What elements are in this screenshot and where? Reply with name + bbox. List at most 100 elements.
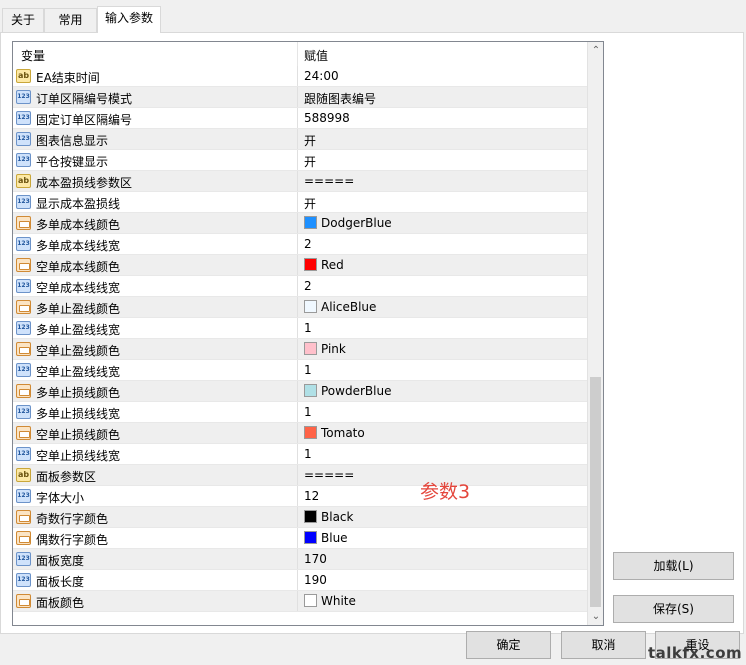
table-row[interactable]: 123 空单止损线线宽 1 bbox=[13, 444, 587, 465]
table-row[interactable]: 多单成本线颜色 DodgerBlue bbox=[13, 213, 587, 234]
param-value[interactable]: 12 bbox=[304, 489, 319, 503]
table-row[interactable]: 123 空单成本线线宽 2 bbox=[13, 276, 587, 297]
column-divider[interactable] bbox=[297, 42, 298, 66]
param-value[interactable]: 开 bbox=[304, 132, 316, 149]
param-value[interactable]: Pink bbox=[321, 342, 346, 356]
table-row[interactable]: 123 多单止损线线宽 1 bbox=[13, 402, 587, 423]
scroll-down-icon[interactable]: ⌄ bbox=[588, 608, 603, 625]
param-value[interactable]: 开 bbox=[304, 195, 316, 212]
param-value[interactable]: Blue bbox=[321, 531, 348, 545]
column-header-value[interactable]: 赋值 bbox=[304, 47, 328, 64]
param-name: 空单成本线线宽 bbox=[36, 281, 121, 295]
annotation-note: 参数3 bbox=[420, 481, 471, 503]
param-name: 成本盈损线参数区 bbox=[36, 176, 133, 190]
load-button[interactable]: 加载(L) bbox=[613, 552, 734, 580]
table-row[interactable]: ab 成本盈损线参数区 ===== bbox=[13, 171, 587, 192]
color-swatch bbox=[304, 300, 317, 313]
cell-divider bbox=[297, 318, 298, 338]
table-row[interactable]: 123 面板长度 190 bbox=[13, 570, 587, 591]
param-value[interactable]: 1 bbox=[304, 447, 312, 461]
cell-divider bbox=[297, 234, 298, 254]
number-type-icon: 123 bbox=[16, 363, 31, 377]
param-value[interactable]: White bbox=[321, 594, 356, 608]
param-value[interactable]: Black bbox=[321, 510, 353, 524]
param-name: 空单止损线线宽 bbox=[36, 449, 121, 463]
param-name: 订单区隔编号模式 bbox=[36, 92, 133, 106]
table-row[interactable]: 空单止盈线颜色 Pink bbox=[13, 339, 587, 360]
param-value[interactable]: DodgerBlue bbox=[321, 216, 392, 230]
color-swatch bbox=[304, 258, 317, 271]
param-value[interactable]: 跟随图表编号 bbox=[304, 90, 376, 107]
param-name: 空单成本线颜色 bbox=[36, 260, 121, 274]
param-value[interactable]: 1 bbox=[304, 321, 312, 335]
param-value[interactable]: 开 bbox=[304, 153, 316, 170]
table-row[interactable]: 空单成本线颜色 Red bbox=[13, 255, 587, 276]
param-value[interactable]: ===== bbox=[304, 468, 354, 482]
table-row[interactable]: 面板颜色 White bbox=[13, 591, 587, 612]
param-value[interactable]: PowderBlue bbox=[321, 384, 391, 398]
color-type-icon bbox=[16, 216, 31, 230]
param-value[interactable]: Tomato bbox=[321, 426, 365, 440]
color-type-icon bbox=[16, 510, 31, 524]
color-type-icon bbox=[16, 258, 31, 272]
param-name: 多单成本线线宽 bbox=[36, 239, 121, 253]
param-value[interactable]: ===== bbox=[304, 174, 354, 188]
cell-divider bbox=[297, 570, 298, 590]
table-row[interactable]: 123 图表信息显示 开 bbox=[13, 129, 587, 150]
table-row[interactable]: 123 面板宽度 170 bbox=[13, 549, 587, 570]
table-row[interactable]: ab EA结束时间 24:00 bbox=[13, 66, 587, 87]
param-value[interactable]: 190 bbox=[304, 573, 327, 587]
watermark: talkfx.com bbox=[648, 644, 743, 662]
param-name: 显示成本盈损线 bbox=[36, 197, 121, 211]
table-row[interactable]: 奇数行字颜色 Black bbox=[13, 507, 587, 528]
table-row[interactable]: 123 显示成本盈损线 开 bbox=[13, 192, 587, 213]
param-name: 面板宽度 bbox=[36, 554, 85, 568]
table-row[interactable]: 123 空单止盈线线宽 1 bbox=[13, 360, 587, 381]
tab-about[interactable]: 关于 bbox=[2, 8, 44, 32]
param-name: 字体大小 bbox=[36, 491, 85, 505]
param-value[interactable]: 24:00 bbox=[304, 69, 339, 83]
cell-divider bbox=[297, 129, 298, 149]
cell-divider bbox=[297, 486, 298, 506]
cell-divider bbox=[297, 402, 298, 422]
table-row[interactable]: 空单止损线颜色 Tomato bbox=[13, 423, 587, 444]
number-type-icon: 123 bbox=[16, 321, 31, 335]
table-row[interactable]: 123 多单止盈线线宽 1 bbox=[13, 318, 587, 339]
param-value[interactable]: 2 bbox=[304, 237, 312, 251]
param-value[interactable]: 1 bbox=[304, 363, 312, 377]
scroll-up-icon[interactable]: ⌃ bbox=[588, 42, 603, 59]
param-value[interactable]: 170 bbox=[304, 552, 327, 566]
table-row[interactable]: 123 多单成本线线宽 2 bbox=[13, 234, 587, 255]
scroll-thumb[interactable] bbox=[590, 377, 601, 607]
table-row[interactable]: ab 面板参数区 ===== bbox=[13, 465, 587, 486]
number-type-icon: 123 bbox=[16, 489, 31, 503]
param-name: 面板颜色 bbox=[36, 596, 85, 610]
table-row[interactable]: 多单止损线颜色 PowderBlue bbox=[13, 381, 587, 402]
vertical-scrollbar[interactable]: ⌃ ⌄ bbox=[587, 42, 603, 625]
ok-button[interactable]: 确定 bbox=[466, 631, 551, 659]
string-type-icon: ab bbox=[16, 468, 31, 482]
table-row[interactable]: 多单止盈线颜色 AliceBlue bbox=[13, 297, 587, 318]
table-row[interactable]: 123 平仓按键显示 开 bbox=[13, 150, 587, 171]
param-value[interactable]: 1 bbox=[304, 405, 312, 419]
param-value[interactable]: Red bbox=[321, 258, 344, 272]
param-name: 多单止盈线线宽 bbox=[36, 323, 121, 337]
tab-common[interactable]: 常用 bbox=[44, 8, 97, 32]
table-row[interactable]: 123 订单区隔编号模式 跟随图表编号 bbox=[13, 87, 587, 108]
param-name: 固定订单区隔编号 bbox=[36, 113, 133, 127]
param-value[interactable]: AliceBlue bbox=[321, 300, 376, 314]
table-row[interactable]: 123 固定订单区隔编号 588998 bbox=[13, 108, 587, 129]
param-name: 图表信息显示 bbox=[36, 134, 109, 148]
column-header-variable[interactable]: 变量 bbox=[21, 47, 45, 64]
color-swatch bbox=[304, 594, 317, 607]
save-button[interactable]: 保存(S) bbox=[613, 595, 734, 623]
cell-divider bbox=[297, 465, 298, 485]
table-row[interactable]: 123 字体大小 12 bbox=[13, 486, 587, 507]
color-swatch bbox=[304, 531, 317, 544]
cell-divider bbox=[297, 423, 298, 443]
tab-input-params[interactable]: 输入参数 bbox=[97, 6, 161, 33]
table-row[interactable]: 偶数行字颜色 Blue bbox=[13, 528, 587, 549]
cancel-button[interactable]: 取消 bbox=[561, 631, 646, 659]
param-value[interactable]: 588998 bbox=[304, 111, 350, 125]
param-value[interactable]: 2 bbox=[304, 279, 312, 293]
